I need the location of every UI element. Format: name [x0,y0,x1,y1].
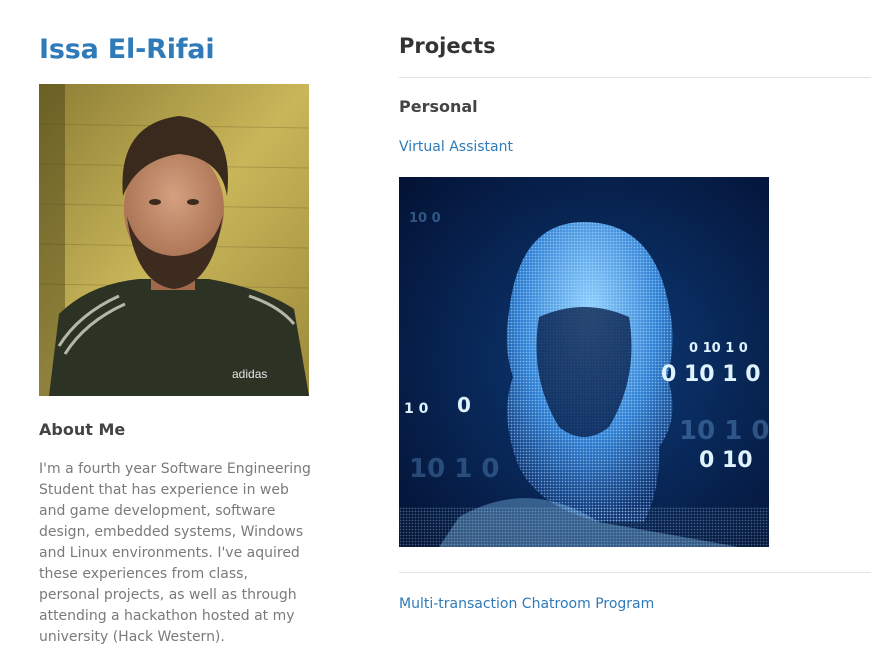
project-image[interactable]: 10 0 0 10 1 0 0 10 1 0 1 0 0 0 10 10 1 0… [399,177,769,547]
svg-text:0 10 1 0: 0 10 1 0 [661,362,761,387]
profile-photo: adidas [39,84,309,396]
svg-text:0 10: 0 10 [699,448,753,473]
site-title[interactable]: Issa El-Rifai [39,30,311,70]
project-link-chatroom[interactable]: Multi-transaction Chatroom Program [399,594,654,614]
svg-text:10 0: 10 0 [409,211,441,226]
svg-text:10 1 0: 10 1 0 [409,454,499,484]
main-content: Projects Personal Virtual Assistant 10 0… [399,30,871,612]
svg-text:1 0: 1 0 [404,401,429,417]
svg-text:adidas: adidas [232,367,267,381]
sidebar: Issa El-Rifai adidas About Me I'm a four… [39,30,311,645]
projects-heading: Projects [399,34,496,58]
divider [399,572,871,573]
svg-text:10 1 0: 10 1 0 [679,416,769,446]
personal-heading: Personal [399,97,478,116]
about-heading: About Me [39,420,126,439]
svg-text:0: 0 [457,393,471,417]
project-link-virtual-assistant[interactable]: Virtual Assistant [399,137,513,157]
about-text: I'm a fourth year Software Engineering S… [39,461,311,645]
svg-text:0 10 1 0: 0 10 1 0 [689,341,748,356]
divider [399,77,871,78]
